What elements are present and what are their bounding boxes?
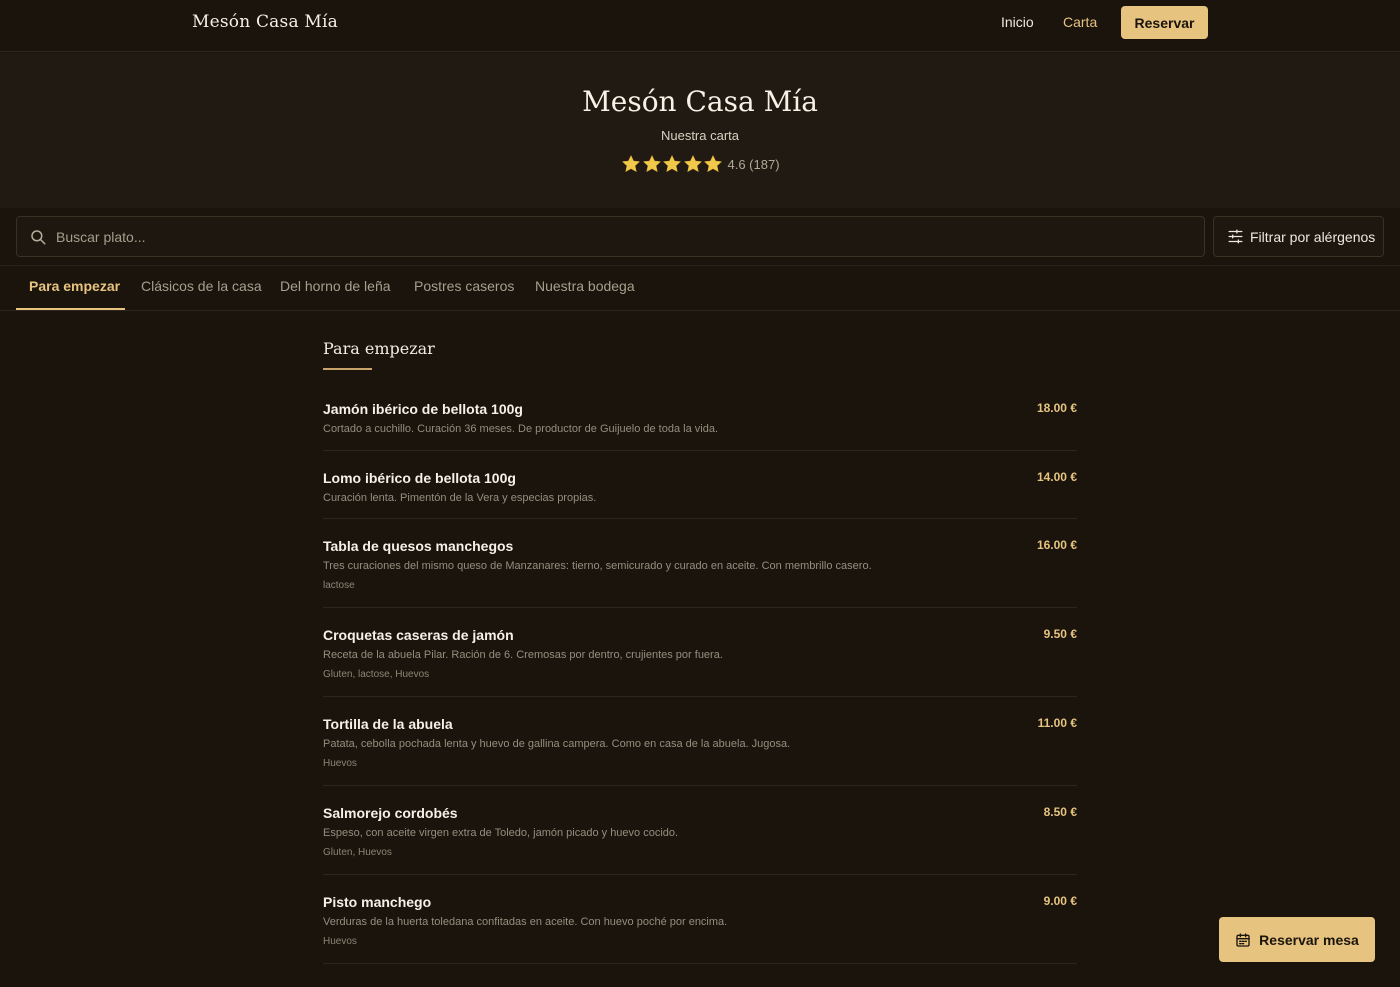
star-icon (703, 154, 723, 173)
section-title: Para empezar (323, 339, 435, 358)
item-price: 9.00 € (1043, 894, 1077, 908)
item-divider (323, 785, 1077, 786)
sliders-icon (1228, 229, 1243, 244)
item-description: Patata, cebolla pochada lenta y huevo de… (323, 738, 791, 750)
top-navbar: Mesón Casa Mía Inicio Carta Reservar (0, 0, 1400, 52)
item-name: Tabla de quesos manchegos (323, 538, 514, 554)
item-allergens: Gluten, Huevos (323, 847, 392, 858)
tab-postres-caseros[interactable]: Postres caseros (414, 278, 514, 294)
active-tab-indicator (16, 308, 125, 310)
item-divider (323, 874, 1077, 875)
filter-label: Filtrar por alérgenos (1250, 228, 1376, 245)
item-name: Pisto manchego (323, 894, 432, 910)
item-name: Jamón ibérico de bellota 100g (323, 401, 523, 417)
item-name: Lomo ibérico de bellota 100g (323, 470, 516, 486)
category-tabs: Para empezar Clásicos de la casa Del hor… (0, 265, 1400, 311)
hero-banner: Mesón Casa Mía Nuestra carta 4.6 (187) (0, 53, 1400, 208)
calendar-icon (1236, 932, 1250, 947)
item-allergens: Huevos (323, 936, 357, 947)
item-name: Salmorejo cordobés (323, 805, 458, 821)
section-divider (323, 368, 372, 370)
item-divider (323, 518, 1077, 519)
brand-logo[interactable]: Mesón Casa Mía (192, 12, 338, 32)
item-name: Tortilla de la abuela (323, 716, 453, 732)
rating-text: 4.6 (187) (727, 156, 780, 172)
star-icon (621, 154, 641, 173)
item-price: 8.50 € (1043, 805, 1077, 819)
item-name: Croquetas caseras de jamón (323, 627, 514, 643)
item-price: 11.00 € (1037, 716, 1077, 730)
fab-label: Reservar mesa (1259, 931, 1359, 948)
item-price: 9.50 € (1043, 627, 1077, 641)
item-description: Receta de la abuela Pilar. Ración de 6. … (323, 649, 723, 661)
rating: 4.6 (187) (621, 153, 780, 175)
restaurant-title: Mesón Casa Mía (582, 85, 818, 118)
item-divider (323, 450, 1077, 451)
tab-nuestra-bodega[interactable]: Nuestra bodega (535, 278, 635, 294)
nav-link-inicio[interactable]: Inicio (1001, 14, 1034, 30)
reservar-button[interactable]: Reservar (1121, 6, 1208, 39)
item-divider (323, 607, 1077, 608)
tab-del-horno-de-lena[interactable]: Del horno de leña (280, 278, 391, 294)
star-icon (683, 154, 702, 173)
tab-para-empezar[interactable]: Para empezar (29, 278, 120, 294)
item-price: 14.00 € (1036, 470, 1077, 484)
item-description: Curación lenta. Pimentón de la Vera y es… (323, 492, 597, 504)
search-input[interactable] (54, 223, 1194, 251)
menu-subtitle: Nuestra carta (660, 128, 740, 143)
reservar-mesa-button[interactable]: Reservar mesa (1219, 917, 1375, 962)
item-description: Verduras de la huerta toledana confitada… (323, 916, 728, 928)
item-description: Tres curaciones del mismo queso de Manza… (323, 560, 872, 572)
item-divider (323, 963, 1077, 964)
item-price: 18.00 € (1036, 401, 1077, 415)
item-price: 16.00 € (1036, 538, 1077, 552)
item-description: Cortado a cuchillo. Curación 36 meses. D… (323, 423, 719, 435)
filter-allergens-button[interactable]: Filtrar por alérgenos (1213, 216, 1384, 257)
search-icon (31, 230, 46, 245)
item-description: Espeso, con aceite virgen extra de Toled… (323, 827, 679, 839)
search-box[interactable] (16, 216, 1205, 257)
tab-clasicos-de-la-casa[interactable]: Clásicos de la casa (141, 278, 262, 294)
item-divider (323, 696, 1077, 697)
nav-link-carta[interactable]: Carta (1063, 14, 1097, 30)
star-icon (662, 154, 682, 173)
item-allergens: Huevos (323, 758, 357, 769)
item-allergens: Gluten, lactose, Huevos (323, 669, 430, 680)
item-allergens: lactose (323, 580, 355, 591)
star-icon (642, 154, 661, 173)
